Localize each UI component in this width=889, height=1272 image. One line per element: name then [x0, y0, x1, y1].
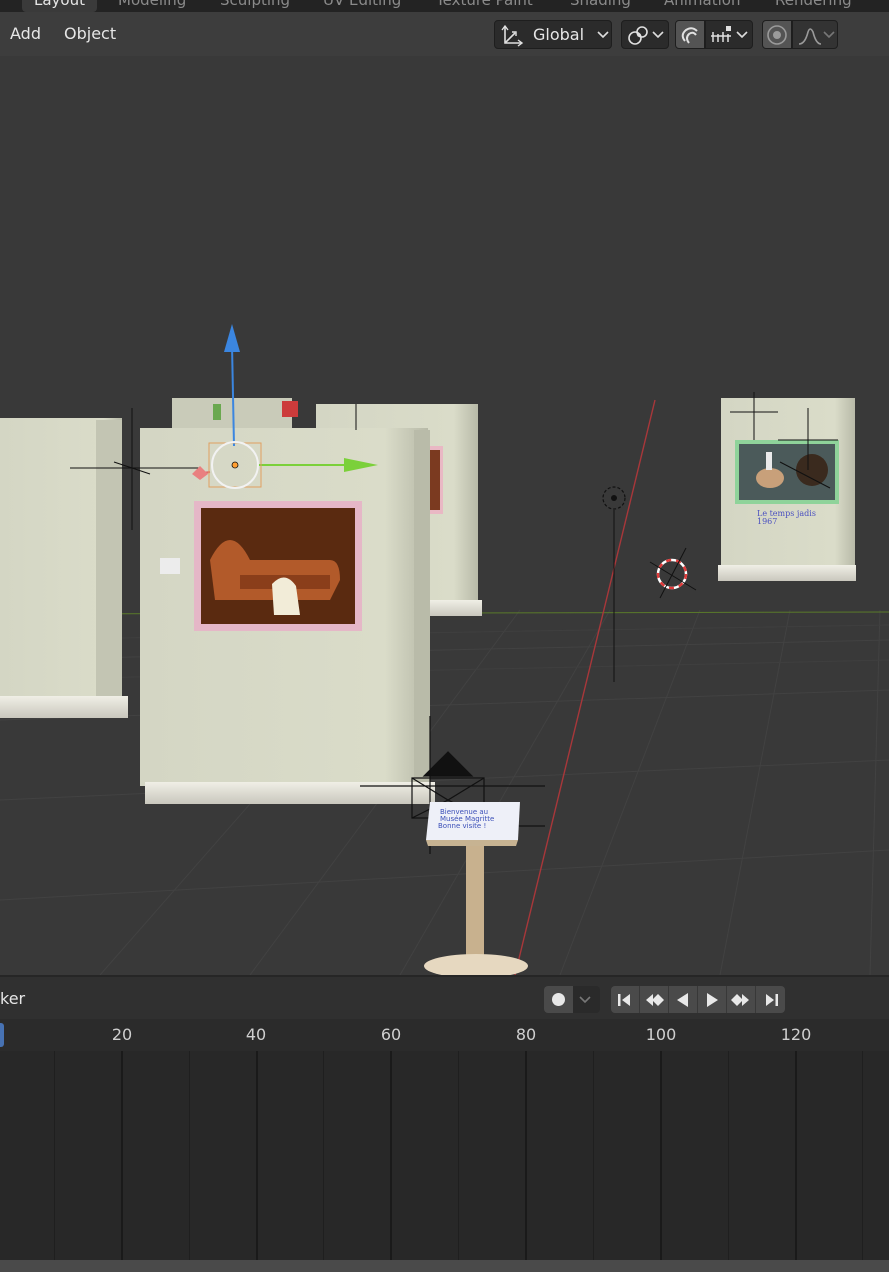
- grid-line: [121, 1051, 123, 1260]
- chevron-down-icon: [823, 30, 835, 38]
- play-icon: [707, 992, 718, 1007]
- grid-line: [862, 1051, 863, 1260]
- frame-tick-100: 100: [645, 1025, 677, 1044]
- transform-orientation-dropdown[interactable]: Global: [494, 20, 612, 49]
- panel-right: Le temps jadis 1967: [718, 398, 856, 581]
- grid-line: [323, 1051, 324, 1260]
- chevron-down-icon[interactable]: [573, 994, 597, 1006]
- record-button[interactable]: [544, 986, 573, 1013]
- panel-left: [0, 418, 128, 718]
- jump-end-button[interactable]: [756, 986, 785, 1013]
- lectern: Bienvenue au Musée Magritte Bonne visite…: [424, 802, 528, 975]
- pivot-point-icon: [628, 25, 648, 45]
- grid-line: [795, 1051, 797, 1260]
- timeline-scrollbar[interactable]: [0, 1260, 889, 1272]
- snap-increment-icon: [711, 25, 731, 42]
- prev-keyframe-icon: [646, 993, 664, 1006]
- snap-toggle[interactable]: [675, 20, 705, 49]
- tab-sculpting[interactable]: Sculpting: [220, 0, 290, 9]
- tab-layout[interactable]: Layout: [22, 0, 97, 12]
- tab-rendering[interactable]: Rendering: [775, 0, 852, 9]
- 3d-cursor-icon: [649, 547, 697, 599]
- next-keyframe-button[interactable]: [727, 986, 756, 1013]
- 3d-viewport[interactable]: Le temps jadis 1967 Bienvenue au Musée M…: [0, 56, 889, 975]
- grid-line: [54, 1051, 55, 1260]
- pivot-point-dropdown[interactable]: [621, 20, 669, 49]
- menu-object[interactable]: Object: [64, 24, 116, 43]
- frame-tick-40: 40: [245, 1025, 267, 1044]
- proportional-editing-icon: [767, 24, 787, 45]
- play-reverse-icon: [677, 992, 688, 1007]
- gizmo-z-arrow-icon: [224, 324, 240, 352]
- frame-tick-60: 60: [380, 1025, 402, 1044]
- chevron-down-icon: [652, 30, 664, 38]
- panel-main: [140, 428, 435, 804]
- jump-start-icon: [618, 993, 630, 1006]
- tab-uv-editing[interactable]: UV Editing: [323, 0, 401, 9]
- proportional-editing-toggle[interactable]: [762, 20, 792, 49]
- timeline-header: ker: [0, 975, 889, 1019]
- tab-animation[interactable]: Animation: [664, 0, 740, 9]
- snap-magnet-icon: [681, 26, 698, 44]
- viewport-header: Add Object Global: [0, 12, 889, 56]
- falloff-dropdown[interactable]: [792, 20, 838, 49]
- snap-target-dropdown[interactable]: [705, 20, 753, 49]
- frame-tick-80: 80: [515, 1025, 537, 1044]
- grid-line: [525, 1051, 527, 1260]
- record-icon: [552, 993, 565, 1006]
- tab-texture-paint[interactable]: Texture Paint: [436, 0, 533, 9]
- play-button[interactable]: [698, 986, 727, 1013]
- grid-line: [728, 1051, 729, 1260]
- grid-line: [390, 1051, 392, 1260]
- transform-orientation-icon: [501, 24, 524, 47]
- current-frame-indicator[interactable]: [0, 1023, 4, 1047]
- auto-keying-group[interactable]: [544, 986, 600, 1013]
- x-axis-line: [514, 399, 656, 975]
- frame-tick-20: 20: [111, 1025, 133, 1044]
- tab-shading[interactable]: Shading: [570, 0, 631, 9]
- jump-start-button[interactable]: [611, 986, 640, 1013]
- viewport-scene: Le temps jadis 1967 Bienvenue au Musée M…: [0, 324, 889, 975]
- tab-modeling[interactable]: Modeling: [118, 0, 186, 9]
- grid-line: [256, 1051, 258, 1260]
- grid-line: [593, 1051, 594, 1260]
- menu-add[interactable]: Add: [10, 24, 41, 43]
- lectern-text-3: Bonne visite !: [438, 822, 486, 830]
- right-artwork-year: 1967: [757, 517, 777, 526]
- timeline-ruler[interactable]: 20 40 60 80 100 120: [0, 1019, 889, 1051]
- jump-end-icon: [765, 993, 778, 1006]
- editor-type-label[interactable]: ker: [0, 989, 25, 1008]
- chevron-down-icon: [597, 30, 609, 38]
- floor-grid: [0, 609, 889, 975]
- grid-line: [458, 1051, 459, 1260]
- chevron-down-icon: [736, 30, 748, 38]
- orientation-label: Global: [533, 25, 585, 44]
- grid-line: [660, 1051, 662, 1260]
- grid-line: [189, 1051, 190, 1260]
- play-reverse-button[interactable]: [669, 986, 698, 1013]
- frame-tick-120: 120: [780, 1025, 812, 1044]
- prev-keyframe-button[interactable]: [640, 986, 669, 1013]
- falloff-curve-icon: [798, 27, 822, 45]
- timeline-body[interactable]: [0, 1051, 889, 1260]
- light-icon: [602, 486, 626, 682]
- next-keyframe-icon: [731, 993, 749, 1006]
- workspace-tabs: Layout Modeling Sculpting UV Editing Tex…: [0, 0, 889, 12]
